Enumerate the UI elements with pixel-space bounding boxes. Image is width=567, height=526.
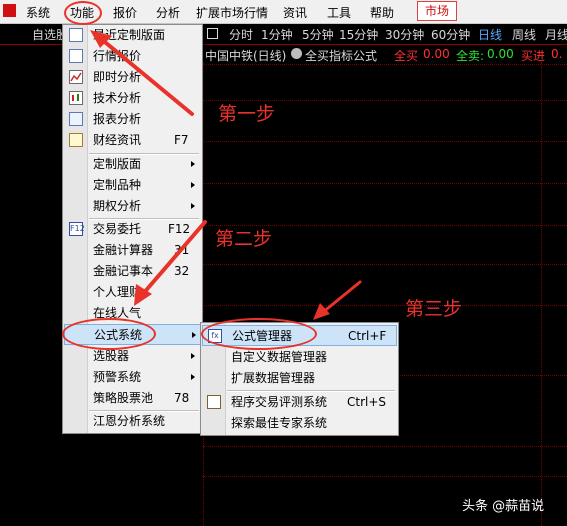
step1-label: 第一步 bbox=[218, 103, 276, 125]
watermark: 头条 @蒜苗说 bbox=[462, 499, 545, 514]
step2-label: 第二步 bbox=[215, 228, 273, 250]
annotation-arrows bbox=[90, 30, 362, 320]
step3-label: 第三步 bbox=[405, 298, 463, 320]
